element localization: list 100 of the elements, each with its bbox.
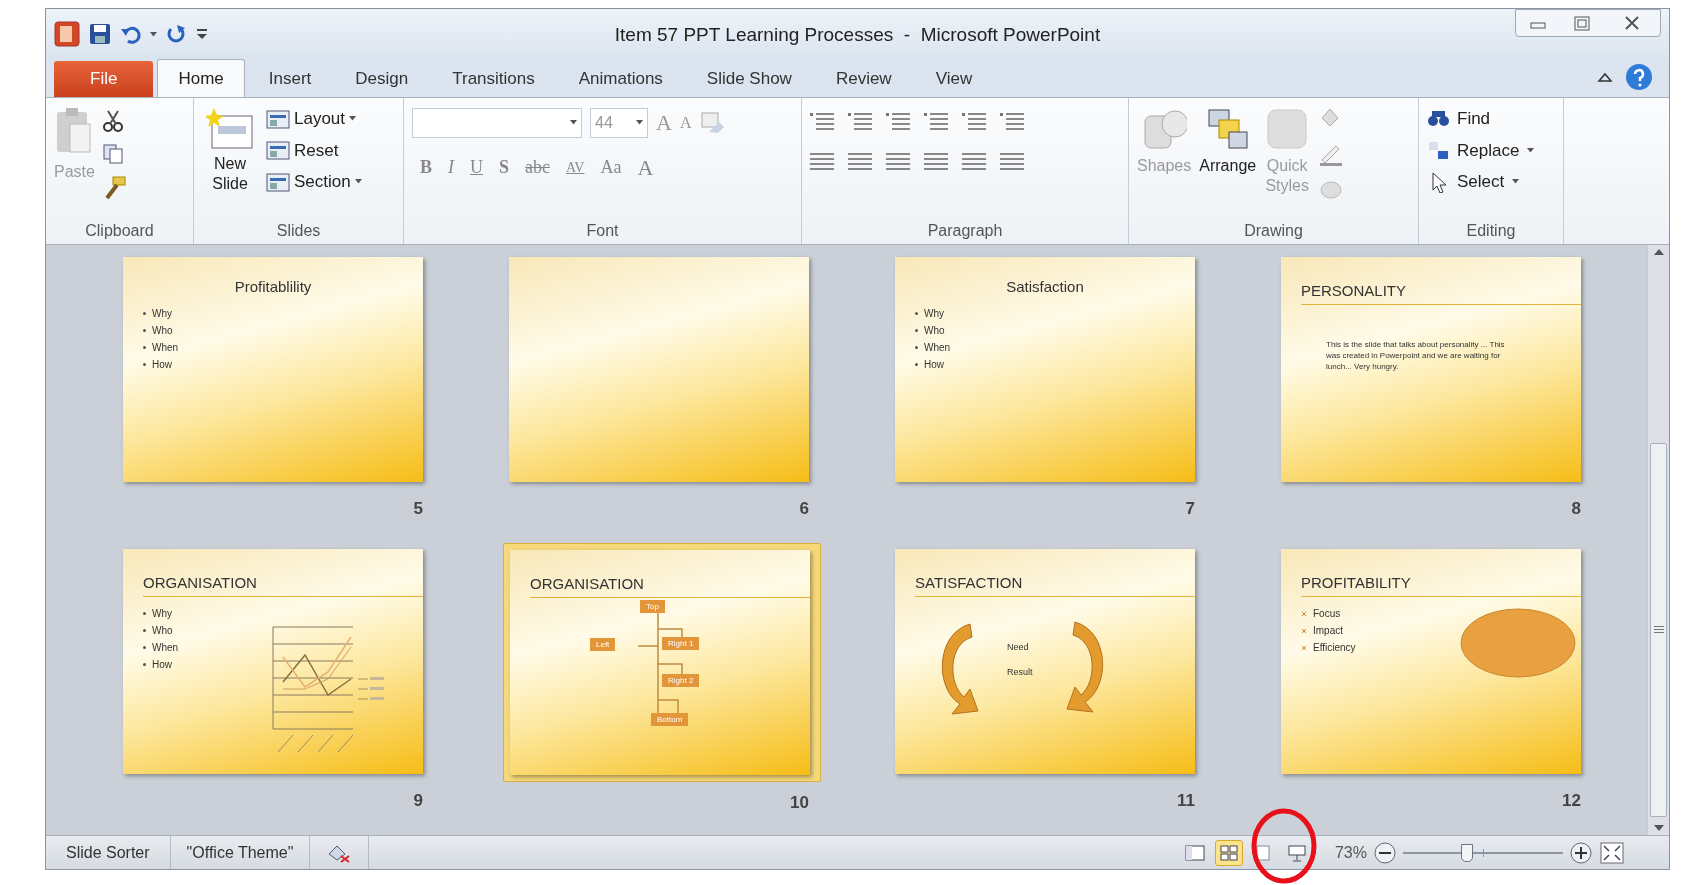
org-node: Right 1	[662, 637, 700, 650]
slide-section-button[interactable]: Section	[266, 169, 362, 195]
slide-number: 7	[1185, 498, 1195, 520]
bullet-text: When	[152, 641, 179, 655]
bullet-icon	[915, 346, 918, 349]
caret-icon	[150, 31, 157, 37]
ribbon-tab[interactable]: File	[54, 61, 154, 97]
sorter-view-icon	[1217, 842, 1240, 863]
slide-title: ORGANISATION	[143, 574, 257, 591]
help-icon[interactable]	[1625, 63, 1653, 91]
bullet-text: Impact	[1313, 624, 1343, 638]
zoom-slider-thumb[interactable]	[1461, 843, 1473, 862]
slide-number: 8	[1571, 498, 1581, 520]
slide-paragraph: This is the slide that talks about personality ... This was created in Powerpoint and we are waiting for lunch... Very hungry.	[1326, 339, 1506, 372]
bullet-text: Why	[152, 307, 172, 321]
bullet-text: Efficiency	[1313, 641, 1356, 655]
scroll-thumb[interactable]	[1650, 443, 1667, 817]
ribbon-tab[interactable]: Animations	[558, 61, 683, 97]
x-bullet-icon	[1301, 644, 1307, 651]
x-bullet-icon	[1301, 627, 1307, 634]
slide-title: Profitablility	[234, 278, 312, 295]
bullet-text: Who	[152, 324, 173, 338]
grip-icon	[1653, 626, 1664, 634]
bullet-icon	[143, 646, 146, 649]
normal-view-icon	[1183, 842, 1206, 863]
bullet-text: Why	[152, 607, 172, 621]
caret-icon	[354, 179, 362, 185]
bullet-icon	[143, 363, 146, 366]
slide-number: 10	[790, 792, 809, 814]
slide-thumbnail[interactable]: ORGANISATION Top Left Right 1 Right 2 Bottom	[503, 543, 821, 782]
slide-number: 6	[799, 498, 809, 520]
bullet-icon	[143, 346, 146, 349]
redo-icon[interactable]	[165, 23, 187, 45]
bullet-icon	[143, 612, 146, 615]
view-label: Slide Sorter	[66, 842, 150, 863]
slideshow-view-icon	[1285, 842, 1308, 863]
ribbon-tab[interactable]: Home	[157, 59, 245, 97]
vertical-scrollbar[interactable]	[1647, 245, 1669, 835]
fit-to-window-icon[interactable]	[1599, 840, 1625, 865]
bullet-text: Who	[924, 324, 945, 338]
bullet-icon	[143, 629, 146, 632]
org-node: Top	[640, 600, 665, 613]
select-button[interactable]: Select	[1427, 169, 1535, 195]
section-icon	[266, 170, 290, 193]
new-slide-icon[interactable]	[206, 106, 254, 150]
ribbon-tab[interactable]: Insert	[248, 61, 332, 97]
group-label: Editing	[1466, 221, 1516, 241]
bullet-text: When	[924, 341, 951, 355]
group-label: Drawing	[1244, 221, 1303, 241]
slide-title: SATISFACTION	[915, 574, 1023, 591]
bullet-text: How	[152, 358, 172, 372]
zoom-in-icon[interactable]	[1569, 840, 1593, 865]
slide-number: 5	[413, 498, 423, 520]
org-node: Left	[590, 638, 616, 651]
bullet-text: Why	[924, 307, 944, 321]
bullet-text: Focus	[1313, 607, 1341, 621]
sorter-view-button[interactable]	[1214, 839, 1243, 866]
group-label: Font	[586, 221, 619, 241]
replace-button[interactable]: Replace	[1427, 137, 1535, 163]
find-button[interactable]: Find	[1427, 106, 1535, 132]
slide-title: PROFITABILITY	[1301, 574, 1411, 591]
caret-icon	[1527, 147, 1535, 153]
zoom-out-icon[interactable]	[1373, 840, 1397, 865]
ribbon-tab[interactable]: Transitions	[432, 61, 555, 97]
chart-line	[282, 646, 352, 690]
ribbon-tab[interactable]: View	[915, 61, 993, 97]
caret-icon	[1512, 179, 1520, 185]
org-node: Bottom	[651, 713, 689, 726]
collapse-ribbon-icon[interactable]	[1597, 71, 1613, 83]
window-title: Item 57 PPT Learning Processes - Microsoft PowerPoint	[614, 24, 1101, 45]
caret-icon	[349, 116, 357, 122]
bullet-icon	[143, 312, 146, 315]
new-slide-button[interactable]: New Slide	[202, 154, 258, 194]
bullet-text: How	[152, 658, 172, 672]
font-name-field[interactable]	[412, 107, 582, 138]
bullet-text: How	[924, 358, 944, 372]
chart-line	[282, 653, 352, 697]
slide-layout-button[interactable]: Layout	[266, 106, 362, 132]
theme-label: "Office Theme"	[186, 842, 294, 863]
x-bullet-icon	[1301, 610, 1307, 617]
caret-icon	[636, 120, 643, 125]
ribbon-tab[interactable]: Design	[335, 61, 429, 97]
slide-reset-button[interactable]: Reset	[266, 137, 362, 163]
layout-icon	[266, 107, 290, 130]
arrange-button[interactable]: Arrange	[1199, 106, 1257, 176]
app-icon[interactable]	[54, 21, 80, 47]
org-node: Right 2	[662, 674, 700, 687]
group-label: Slides	[276, 221, 321, 241]
slide-number: 9	[413, 790, 423, 812]
bullet-icon	[143, 329, 146, 332]
group-label: Clipboard	[85, 221, 154, 241]
bullet-text: Who	[152, 624, 173, 638]
bullet-text: When	[152, 341, 179, 355]
save-icon[interactable]	[88, 22, 112, 46]
ribbon-tab[interactable]: Slide Show	[686, 61, 812, 97]
zoom-level[interactable]: 73%	[1334, 840, 1367, 865]
bullet-icon	[143, 663, 146, 666]
cut-icon[interactable]	[102, 110, 123, 132]
ribbon-tab[interactable]: Review	[815, 61, 912, 97]
bullet-icon	[915, 312, 918, 315]
